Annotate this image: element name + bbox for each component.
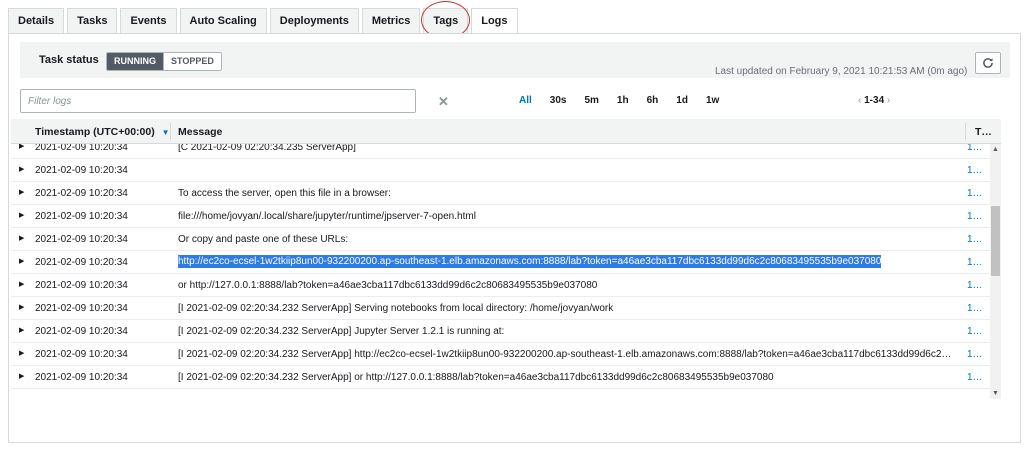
row-task-link[interactable]: 1… [967,280,983,291]
expand-caret-icon[interactable]: ▶ [19,188,24,196]
range-6h[interactable]: 6h [647,95,659,106]
row-task-link[interactable]: 1… [967,144,983,153]
tab-auto-scaling[interactable]: Auto Scaling [179,8,267,33]
column-divider [170,123,171,140]
table-row[interactable]: ▶ 2021-02-09 10:20:34 1… [11,159,990,182]
range-1h[interactable]: 1h [617,95,629,106]
range-all[interactable]: All [519,95,532,106]
row-task-link[interactable]: 1… [967,211,983,222]
range-1d[interactable]: 1d [676,95,688,106]
refresh-button[interactable] [975,52,1001,74]
scrollbar-thumb[interactable] [991,206,1000,276]
range-5m[interactable]: 5m [584,95,598,106]
table-row[interactable]: ▶ 2021-02-09 10:20:34 To access the serv… [11,182,990,205]
task-status-toggle: RUNNING STOPPED [106,52,222,71]
tab-events[interactable]: Events [120,8,177,33]
tab-bar: Details Tasks Events Auto Scaling Deploy… [8,8,521,35]
row-timestamp: 2021-02-09 10:20:34 [35,372,128,383]
last-updated-text: Last updated on February 9, 2021 10:21:5… [715,66,968,77]
tab-tasks[interactable]: Tasks [67,8,118,33]
row-timestamp: 2021-02-09 10:20:34 [35,303,128,314]
row-timestamp: 2021-02-09 10:20:34 [35,280,128,291]
table-row[interactable]: ▶ 2021-02-09 10:20:34 [I 2021-02-09 02:2… [11,320,990,343]
clear-filter-icon[interactable]: ✕ [438,94,449,110]
scroll-up-icon[interactable]: ▲ [992,146,999,153]
tab-deployments[interactable]: Deployments [269,8,359,33]
row-message: file:///home/jovyan/.local/share/jupyter… [178,211,476,222]
tab-metrics[interactable]: Metrics [361,8,421,33]
refresh-icon [983,58,993,68]
row-message: [I 2021-02-09 02:20:34.232 ServerApp] or… [178,372,774,383]
table-row[interactable]: ▶ 2021-02-09 10:20:34 or http://127.0.0.… [11,274,990,297]
row-task-link[interactable]: 1… [967,188,983,199]
row-timestamp: 2021-02-09 10:20:34 [35,211,128,222]
row-task-link[interactable]: 1… [967,303,983,314]
row-timestamp: 2021-02-09 10:20:34 [35,144,128,153]
table-row[interactable]: ▶ 2021-02-09 10:20:34 file:///home/jovya… [11,205,990,228]
table-row[interactable]: ▶ 2021-02-09 10:20:34 [I 2021-02-09 02:2… [11,297,990,320]
log-table-header: Timestamp (UTC+00:00) ▼ Message T… [11,119,1001,144]
row-task-link[interactable]: 1… [967,257,983,268]
row-message: [I 2021-02-09 02:20:34.232 ServerApp] Se… [178,303,614,314]
row-task-link[interactable]: 1… [967,326,983,337]
table-row[interactable]: ▶ 2021-02-09 10:20:34 [I 2021-02-09 02:2… [11,366,990,389]
expand-caret-icon[interactable]: ▶ [19,349,24,357]
row-message: To access the server, open this file in … [178,188,391,199]
row-task-link[interactable]: 1… [967,234,983,245]
next-page-icon[interactable]: › [887,95,890,106]
row-task-link[interactable]: 1… [967,349,983,360]
row-timestamp: 2021-02-09 10:20:34 [35,349,128,360]
expand-caret-icon[interactable]: ▶ [19,280,24,288]
task-status-label: Task status [39,54,99,66]
row-timestamp: 2021-02-09 10:20:34 [35,257,128,268]
page-range: 1-34 [864,95,885,106]
table-row[interactable]: ▶ 2021-02-09 10:20:34 [I 2021-02-09 02:2… [11,343,990,366]
sort-descending-icon[interactable]: ▼ [162,128,170,137]
row-task-link[interactable]: 1… [967,165,983,176]
row-message-selected[interactable]: http://ec2co-ecsel-1w2tkiip8un00-9322002… [178,255,882,268]
row-message: or http://127.0.0.1:8888/lab?token=a46ae… [178,280,598,291]
message-column-header[interactable]: Message [178,126,222,138]
expand-caret-icon[interactable]: ▶ [19,257,24,265]
expand-caret-icon[interactable]: ▶ [19,372,24,380]
tab-details[interactable]: Details [8,8,65,33]
filter-logs-input[interactable] [20,89,416,113]
stopped-button[interactable]: STOPPED [163,53,221,70]
row-timestamp: 2021-02-09 10:20:34 [35,234,128,245]
range-30s[interactable]: 30s [550,95,567,106]
row-timestamp: 2021-02-09 10:20:34 [35,326,128,337]
expand-caret-icon[interactable]: ▶ [19,234,24,242]
row-task-link[interactable]: 1… [967,372,983,383]
log-table-scrollbar[interactable]: ▲ ▼ [990,144,1001,399]
timestamp-header-label: Timestamp (UTC+00:00) [35,126,155,138]
row-message: [I 2021-02-09 02:20:34.232 ServerApp] Ju… [178,326,505,337]
row-timestamp: 2021-02-09 10:20:34 [35,165,128,176]
tab-tags[interactable]: Tags [423,8,469,33]
row-message: Or copy and paste one of these URLs: [178,234,349,245]
tab-logs[interactable]: Logs [471,8,518,35]
task-column-header[interactable]: T… [975,126,992,138]
column-divider [965,123,966,140]
timestamp-column-header[interactable]: Timestamp (UTC+00:00) ▼ [35,126,170,138]
prev-page-icon[interactable]: ‹ [858,95,861,106]
table-row[interactable]: ▶ 2021-02-09 10:20:34 [C 2021-02-09 02:2… [11,144,990,159]
expand-caret-icon[interactable]: ▶ [19,303,24,311]
log-table-body: ▶ 2021-02-09 10:20:34 [C 2021-02-09 02:2… [11,144,990,399]
table-row[interactable]: ▶ 2021-02-09 10:20:34 http://ec2co-ecsel… [11,251,990,274]
row-timestamp: 2021-02-09 10:20:34 [35,188,128,199]
expand-caret-icon[interactable]: ▶ [19,326,24,334]
range-1w[interactable]: 1w [706,95,719,106]
expand-caret-icon[interactable]: ▶ [19,211,24,219]
time-range-selector: All 30s 5m 1h 6h 1d 1w [519,95,737,106]
pagination: ‹ 1-34 › [858,95,890,106]
row-message: [C 2021-02-09 02:20:34.235 ServerApp] [178,144,356,153]
running-button[interactable]: RUNNING [107,53,163,70]
table-row[interactable]: ▶ 2021-02-09 10:20:34 Or copy and paste … [11,228,990,251]
row-message: [I 2021-02-09 02:20:34.232 ServerApp] ht… [178,349,952,360]
expand-caret-icon[interactable]: ▶ [19,165,24,173]
scroll-down-icon[interactable]: ▼ [992,390,999,397]
expand-caret-icon[interactable]: ▶ [19,144,24,150]
